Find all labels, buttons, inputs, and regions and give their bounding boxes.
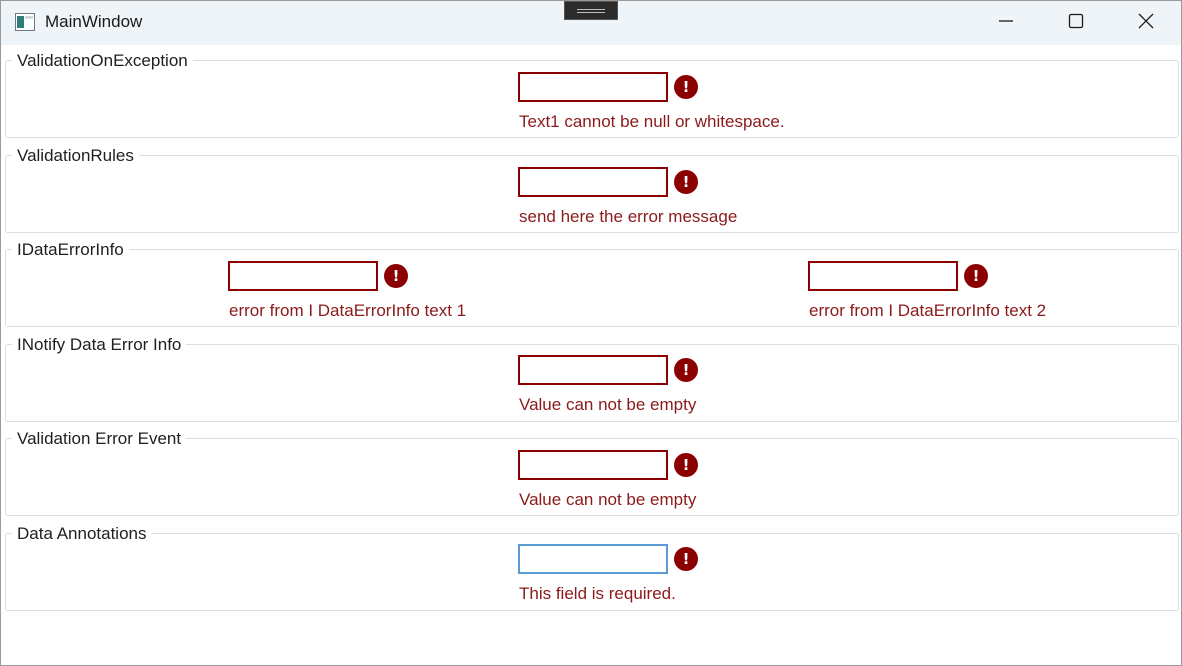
text-input-1[interactable] xyxy=(228,261,378,291)
groupbox-validation-rules: ValidationRules ! send here the error me… xyxy=(5,146,1179,233)
text-input[interactable] xyxy=(518,355,668,385)
text-input[interactable] xyxy=(518,450,668,480)
error-message-2: error from I DataErrorInfo text 2 xyxy=(809,301,1047,320)
group-header: Data Annotations xyxy=(12,524,152,544)
text-input-2[interactable] xyxy=(808,261,958,291)
title-bar[interactable]: MainWindow xyxy=(1,1,1181,45)
app-icon xyxy=(15,13,35,31)
group-header: ValidationRules xyxy=(12,146,139,166)
groupbox-data-annotations: Data Annotations ! This field is require… xyxy=(5,524,1179,611)
group-header: INotify Data Error Info xyxy=(12,335,187,355)
error-message: Text1 cannot be null or whitespace. xyxy=(519,112,785,131)
group-header: ValidationOnException xyxy=(12,51,193,71)
error-message: Value can not be empty xyxy=(519,395,697,414)
error-message: This field is required. xyxy=(519,584,676,603)
error-icon: ! xyxy=(674,358,698,382)
groupbox-validation-on-exception: ValidationOnException ! Text1 cannot be … xyxy=(5,51,1179,138)
error-message: Value can not be empty xyxy=(519,490,697,509)
close-button[interactable] xyxy=(1123,1,1169,45)
error-message: send here the error message xyxy=(519,207,738,226)
text-input[interactable] xyxy=(518,72,668,102)
error-icon: ! xyxy=(384,264,408,288)
window-title: MainWindow xyxy=(45,12,143,31)
close-icon xyxy=(1138,13,1154,33)
error-icon: ! xyxy=(674,453,698,477)
text-input[interactable] xyxy=(518,167,668,197)
groupbox-idataerrorinfo: IDataErrorInfo ! error from I DataErrorI… xyxy=(5,240,1179,327)
group-header: IDataErrorInfo xyxy=(12,240,129,260)
main-window: MainWindow ValidationOnException ! Text1… xyxy=(0,0,1182,666)
drag-handle[interactable] xyxy=(564,1,618,20)
minimize-button[interactable] xyxy=(983,1,1029,45)
error-icon: ! xyxy=(674,75,698,99)
error-icon: ! xyxy=(674,170,698,194)
error-icon: ! xyxy=(964,264,988,288)
error-message-1: error from I DataErrorInfo text 1 xyxy=(229,301,467,320)
maximize-icon xyxy=(1068,13,1084,33)
error-icon: ! xyxy=(674,547,698,571)
text-input[interactable] xyxy=(518,544,668,574)
maximize-button[interactable] xyxy=(1053,1,1099,45)
minimize-icon xyxy=(998,13,1014,33)
groupbox-inotify-data-error-info: INotify Data Error Info ! Value can not … xyxy=(5,335,1179,422)
groupbox-validation-error-event: Validation Error Event ! Value can not b… xyxy=(5,429,1179,516)
group-header: Validation Error Event xyxy=(12,429,187,449)
